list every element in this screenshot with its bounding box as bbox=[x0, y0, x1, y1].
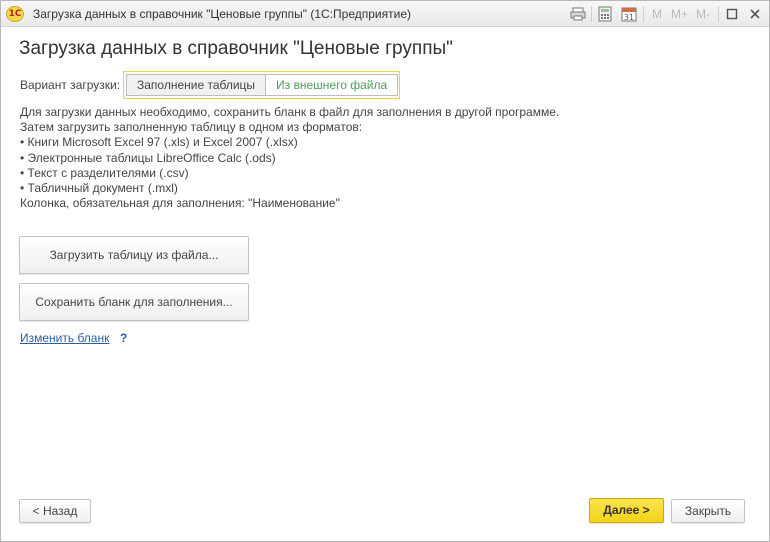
page-title: Загрузка данных в справочник "Ценовые гр… bbox=[19, 38, 453, 59]
variant-switch: Заполнение таблицы Из внешнего файла bbox=[123, 71, 400, 99]
window-title: Загрузка данных в справочник "Ценовые гр… bbox=[33, 7, 411, 21]
close-button[interactable]: Закрыть bbox=[671, 499, 745, 523]
app-logo-icon: 1С bbox=[6, 6, 24, 22]
variant-label: Вариант загрузки: bbox=[20, 78, 121, 92]
instruction-line: Для загрузки данных необходимо, сохранит… bbox=[20, 105, 560, 119]
format-item: • Текст с разделителями (.csv) bbox=[20, 165, 189, 180]
toolbar-separator bbox=[591, 6, 592, 22]
memory-m-button[interactable]: M bbox=[652, 7, 662, 21]
help-icon[interactable]: ? bbox=[120, 331, 127, 345]
format-item: • Табличный документ (.mxl) bbox=[20, 181, 178, 196]
format-item: • Электронные таблицы LibreOffice Calc (… bbox=[20, 150, 276, 165]
instruction-line: Затем загрузить заполненную таблицу в од… bbox=[20, 120, 363, 135]
calculator-icon[interactable] bbox=[596, 5, 614, 23]
save-form-button[interactable]: Сохранить бланк для заполнения... bbox=[19, 283, 249, 321]
instructions: Для загрузки данных необходимо, сохранит… bbox=[20, 105, 559, 211]
change-form-link[interactable]: Изменить бланк bbox=[20, 331, 109, 345]
calendar-icon[interactable]: 31 bbox=[620, 5, 638, 23]
maximize-icon[interactable] bbox=[723, 5, 741, 23]
toolbar-separator bbox=[643, 6, 644, 22]
variant-option-table[interactable]: Заполнение таблицы bbox=[126, 74, 267, 96]
calendar-day: 31 bbox=[624, 13, 634, 22]
memory-plus-button[interactable]: M+ bbox=[671, 7, 688, 21]
load-table-button[interactable]: Загрузить таблицу из файла... bbox=[19, 236, 249, 274]
toolbar-separator bbox=[718, 6, 719, 22]
variant-option-file[interactable]: Из внешнего файла bbox=[266, 74, 399, 96]
format-item: • Книги Microsoft Excel 97 (.xls) и Exce… bbox=[20, 135, 298, 150]
printer-icon[interactable] bbox=[569, 5, 587, 23]
instruction-line: Колонка, обязательная для заполнения: "Н… bbox=[20, 196, 340, 211]
title-bar: 1С Загрузка данных в справочник "Ценовые… bbox=[1, 1, 769, 27]
next-button[interactable]: Далее > bbox=[589, 498, 664, 523]
close-icon[interactable] bbox=[746, 5, 764, 23]
memory-minus-button[interactable]: M- bbox=[696, 7, 710, 21]
app-window: 1С Загрузка данных в справочник "Ценовые… bbox=[0, 0, 770, 542]
back-button[interactable]: < Назад bbox=[19, 499, 91, 523]
